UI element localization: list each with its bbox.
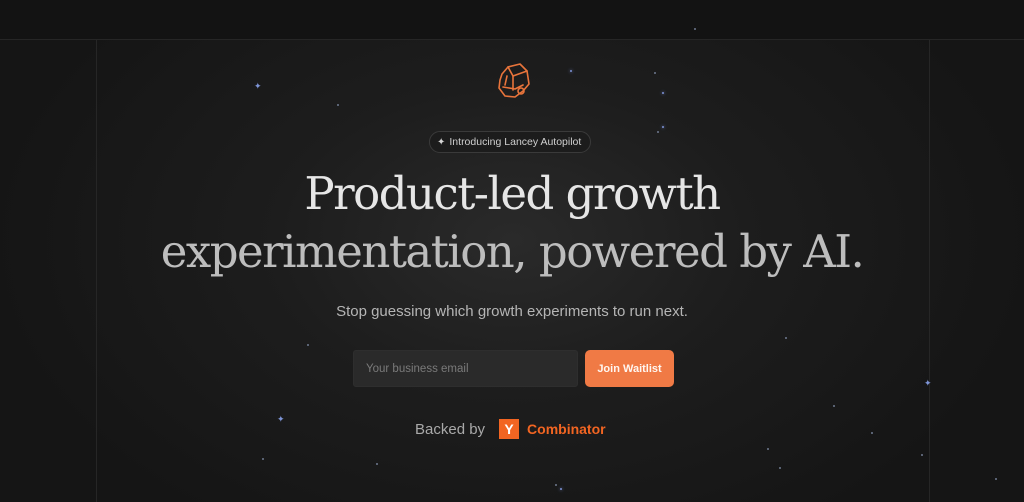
star-sparkle-icon: ✦ (254, 82, 262, 92)
top-navigation-bar (0, 0, 1024, 40)
star (662, 92, 664, 94)
knight-helmet-icon (493, 60, 533, 104)
join-waitlist-button[interactable]: Join Waitlist (585, 350, 674, 387)
star (779, 467, 781, 469)
star (833, 405, 835, 407)
backed-by: Backed by Y Combinator (415, 418, 606, 440)
announcement-badge-text: Introducing Lancey Autopilot (449, 136, 582, 148)
star (785, 337, 787, 339)
hero-headline: Product-led growth experimentation, powe… (0, 165, 1024, 281)
y-combinator-name: Combinator (527, 421, 606, 437)
star (376, 463, 378, 465)
star (307, 344, 309, 346)
star (654, 72, 656, 74)
star-sparkle-icon: ✦ (277, 415, 285, 425)
headline-line-1: Product-led growth (304, 167, 721, 220)
star (555, 484, 557, 486)
business-email-input[interactable] (353, 350, 578, 387)
star (662, 126, 664, 128)
backed-by-label: Backed by (415, 420, 486, 438)
star (337, 104, 339, 106)
star (262, 458, 264, 460)
star (560, 488, 562, 490)
sparkle-icon: ✦ (437, 136, 446, 148)
star (570, 70, 572, 72)
star (657, 131, 659, 133)
y-combinator-logo: Y (499, 419, 520, 439)
star (921, 454, 923, 456)
headline-line-2: experimentation, powered by AI. (160, 225, 865, 278)
star (767, 448, 769, 450)
hero-subtitle: Stop guessing which growth experiments t… (336, 303, 688, 320)
star (694, 28, 696, 30)
announcement-badge[interactable]: ✦ Introducing Lancey Autopilot (429, 131, 592, 153)
star (871, 432, 873, 434)
star-sparkle-icon: ✦ (924, 379, 932, 389)
star (995, 478, 997, 480)
